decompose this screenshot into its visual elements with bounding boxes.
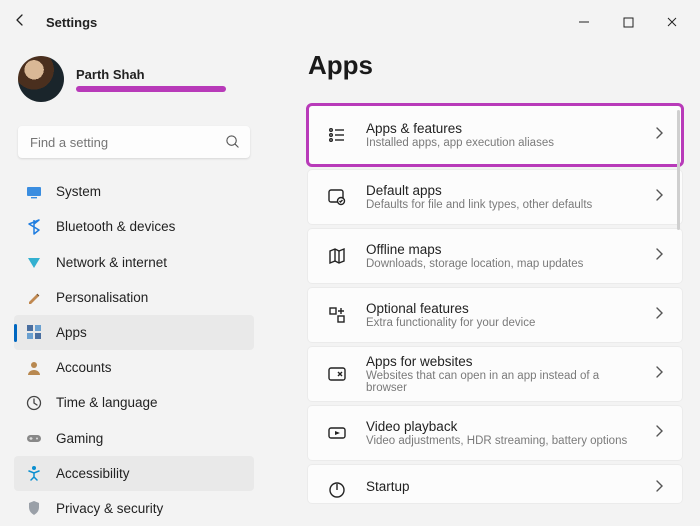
card-subtitle: Downloads, storage location, map updates bbox=[366, 258, 636, 270]
main-content: Apps Apps & features Installed apps, app… bbox=[264, 44, 700, 526]
chevron-right-icon bbox=[654, 424, 664, 443]
card-video-playback[interactable]: Video playback Video adjustments, HDR st… bbox=[308, 406, 682, 460]
chevron-right-icon bbox=[654, 479, 664, 498]
card-startup[interactable]: Startup bbox=[308, 465, 682, 503]
card-offline-maps[interactable]: Offline maps Downloads, storage location… bbox=[308, 229, 682, 283]
nav-label: System bbox=[56, 184, 101, 199]
sidebar: Parth Shah System Bluetooth & devices Ne… bbox=[0, 44, 264, 526]
system-icon bbox=[26, 184, 42, 200]
nav-label: Accounts bbox=[56, 360, 112, 375]
card-optional-features[interactable]: Optional features Extra functionality fo… bbox=[308, 288, 682, 342]
card-title: Apps & features bbox=[366, 121, 636, 136]
gaming-icon bbox=[26, 430, 42, 446]
nav-personalisation[interactable]: Personalisation bbox=[14, 280, 254, 315]
maximize-button[interactable] bbox=[606, 7, 650, 37]
search-icon bbox=[225, 134, 240, 154]
card-default-apps[interactable]: Default apps Defaults for file and link … bbox=[308, 170, 682, 224]
nav-label: Network & internet bbox=[56, 255, 167, 270]
default-apps-icon bbox=[326, 186, 348, 208]
nav-label: Privacy & security bbox=[56, 501, 163, 516]
apps-icon bbox=[26, 324, 42, 340]
accounts-icon bbox=[26, 360, 42, 376]
avatar bbox=[18, 56, 64, 102]
nav-label: Bluetooth & devices bbox=[56, 219, 175, 234]
card-title: Video playback bbox=[366, 419, 636, 434]
nav-privacy[interactable]: Privacy & security bbox=[14, 491, 254, 526]
list-icon bbox=[326, 124, 348, 146]
settings-cards: Apps & features Installed apps, app exec… bbox=[308, 105, 682, 503]
profile-name: Parth Shah bbox=[76, 67, 226, 82]
nav-network[interactable]: Network & internet bbox=[14, 244, 254, 279]
card-apps-websites[interactable]: Apps for websites Websites that can open… bbox=[308, 347, 682, 401]
card-title: Offline maps bbox=[366, 242, 636, 257]
privacy-icon bbox=[26, 500, 42, 516]
card-subtitle: Video adjustments, HDR streaming, batter… bbox=[366, 435, 636, 447]
card-apps-features[interactable]: Apps & features Installed apps, app exec… bbox=[308, 105, 682, 165]
chevron-right-icon bbox=[654, 365, 664, 384]
nav-bluetooth[interactable]: Bluetooth & devices bbox=[14, 209, 254, 244]
card-subtitle: Defaults for file and link types, other … bbox=[366, 199, 636, 211]
card-title: Startup bbox=[366, 479, 636, 494]
nav-accounts[interactable]: Accounts bbox=[14, 350, 254, 385]
network-icon bbox=[26, 254, 42, 270]
page-title: Apps bbox=[308, 50, 682, 81]
card-title: Optional features bbox=[366, 301, 636, 316]
title-bar: Settings bbox=[0, 0, 700, 44]
card-title: Default apps bbox=[366, 183, 636, 198]
chevron-right-icon bbox=[654, 188, 664, 207]
back-button[interactable] bbox=[12, 12, 28, 33]
nav-time[interactable]: Time & language bbox=[14, 385, 254, 420]
chevron-right-icon bbox=[654, 306, 664, 325]
search-input[interactable] bbox=[18, 126, 250, 158]
optional-features-icon bbox=[326, 304, 348, 326]
nav-label: Accessibility bbox=[56, 466, 130, 481]
chevron-right-icon bbox=[654, 247, 664, 266]
chevron-right-icon bbox=[654, 126, 664, 145]
nav-gaming[interactable]: Gaming bbox=[14, 420, 254, 455]
nav-accessibility[interactable]: Accessibility bbox=[14, 456, 254, 491]
bluetooth-icon bbox=[26, 219, 42, 235]
nav-system[interactable]: System bbox=[14, 174, 254, 209]
account-profile[interactable]: Parth Shah bbox=[18, 56, 250, 102]
nav-list: System Bluetooth & devices Network & int… bbox=[14, 174, 254, 526]
nav-label: Time & language bbox=[56, 395, 158, 410]
nav-label: Personalisation bbox=[56, 290, 148, 305]
apps-websites-icon bbox=[326, 363, 348, 385]
time-icon bbox=[26, 395, 42, 411]
personalisation-icon bbox=[26, 289, 42, 305]
map-icon bbox=[326, 245, 348, 267]
card-subtitle: Installed apps, app execution aliases bbox=[366, 137, 636, 149]
nav-label: Gaming bbox=[56, 431, 103, 446]
card-subtitle: Websites that can open in an app instead… bbox=[366, 370, 636, 394]
scrollbar[interactable] bbox=[677, 110, 680, 230]
annotation-underline bbox=[76, 86, 226, 92]
nav-label: Apps bbox=[56, 325, 87, 340]
video-icon bbox=[326, 422, 348, 444]
card-title: Apps for websites bbox=[366, 354, 636, 369]
nav-apps[interactable]: Apps bbox=[14, 315, 254, 350]
search-box[interactable] bbox=[18, 126, 250, 158]
startup-icon bbox=[326, 479, 348, 501]
window-title: Settings bbox=[46, 15, 97, 30]
card-subtitle: Extra functionality for your device bbox=[366, 317, 636, 329]
close-button[interactable] bbox=[650, 7, 694, 37]
accessibility-icon bbox=[26, 465, 42, 481]
minimize-button[interactable] bbox=[562, 7, 606, 37]
